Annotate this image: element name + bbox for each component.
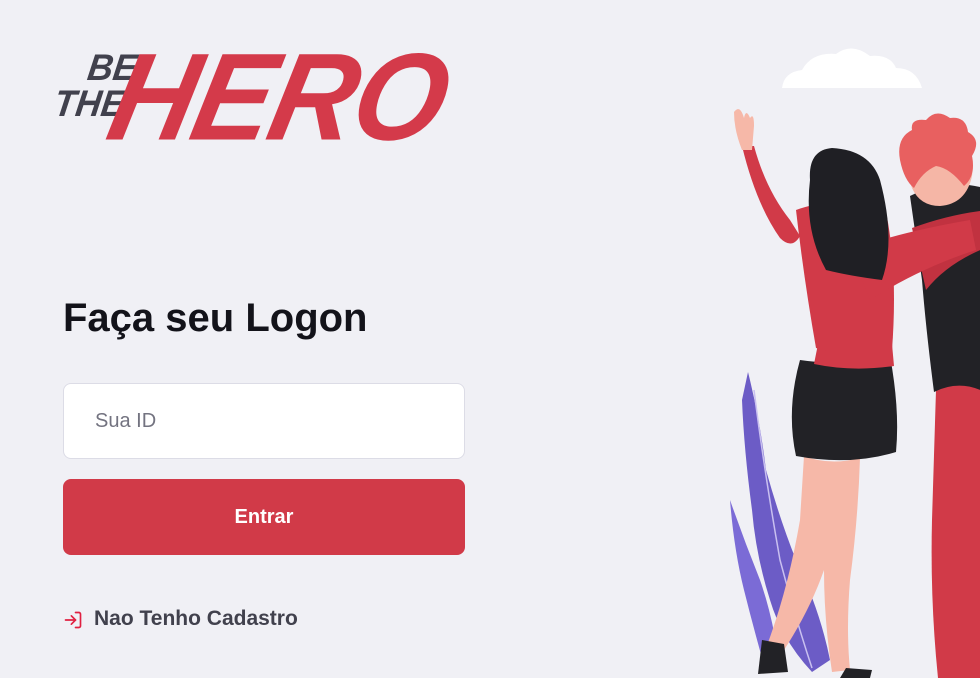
page-title: Faça seu Logon <box>63 296 368 340</box>
man-figure <box>899 113 980 678</box>
logon-page: BE THE HERO Faça seu Logon Entrar Nao Te… <box>0 0 980 678</box>
logo-hero-text: HERO <box>97 28 461 167</box>
login-button[interactable]: Entrar <box>63 479 465 555</box>
heroes-illustration <box>700 0 980 678</box>
heroes-illustration-svg <box>730 48 980 678</box>
register-link-label: Nao Tenho Cadastro <box>94 607 298 630</box>
cloud-shape <box>782 48 922 88</box>
register-link[interactable]: Nao Tenho Cadastro <box>63 604 298 634</box>
be-the-hero-logo: BE THE HERO <box>52 26 460 167</box>
log-in-icon <box>63 609 83 629</box>
id-input[interactable] <box>63 383 465 459</box>
